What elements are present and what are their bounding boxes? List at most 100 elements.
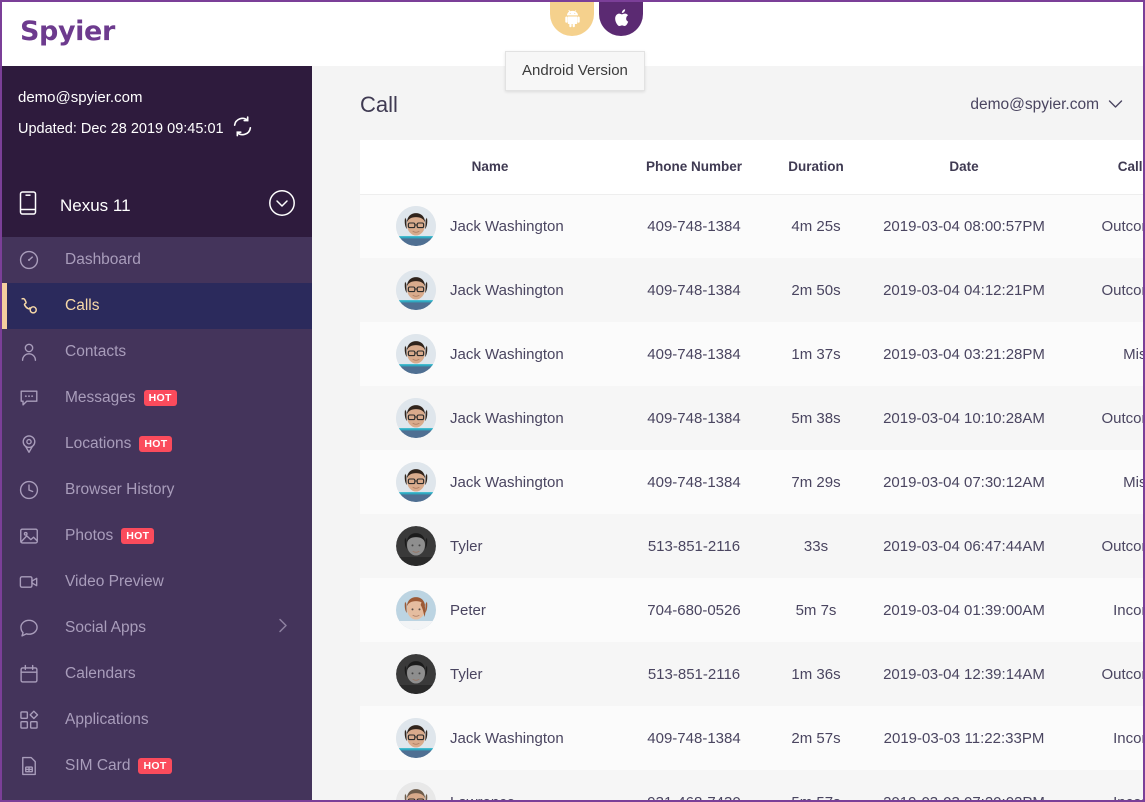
user-icon (18, 341, 48, 363)
cell-date: 2019-03-04 04:12:21PM (864, 258, 1064, 322)
sidebar-item-label: SIM Card (65, 757, 131, 774)
cell-duration: 4m 25s (768, 194, 864, 258)
sim-card-icon (18, 755, 48, 777)
sidebar-item-label: Video Preview (65, 573, 164, 590)
cell-phone: 409-748-1384 (620, 386, 768, 450)
cell-duration: 1m 37s (768, 322, 864, 386)
sidebar-item-applications[interactable]: Applications (2, 697, 312, 743)
sidebar-item-locations[interactable]: Locations HOT (2, 421, 312, 467)
chevron-down-circle-icon[interactable] (268, 189, 296, 222)
sidebar-item-label: Photos (65, 527, 114, 544)
cell-name: Peter (450, 601, 486, 619)
sidebar-item-label: Locations (65, 435, 132, 452)
column-header-duration[interactable]: Duration (768, 140, 864, 195)
sidebar-item-photos[interactable]: Photos HOT (2, 513, 312, 559)
sidebar-item-sim-card[interactable]: SIM Card HOT (2, 743, 312, 789)
table-row[interactable]: Jack Washington 409-748-1384 4m 25s 2019… (360, 194, 1143, 258)
table-body: Jack Washington 409-748-1384 4m 25s 2019… (360, 194, 1143, 800)
sidebar-item-label: Social Apps (65, 619, 146, 636)
user-menu[interactable]: demo@spyier.com (970, 96, 1123, 114)
main-content: Call demo@spyier.com Name Phone Number D… (312, 66, 1143, 800)
sidebar-item-browser-history[interactable]: Browser History (2, 467, 312, 513)
cell-call-type: Outcoming (1064, 386, 1143, 450)
hot-badge: HOT (139, 435, 173, 453)
cell-phone: 409-748-1384 (620, 450, 768, 514)
table-head: Name Phone Number Duration Date Call typ… (360, 140, 1143, 195)
device-name: Nexus 11 (60, 195, 131, 215)
table-row[interactable]: Lawrence 931-468-7430 5m 57s 2019-03-03 … (360, 770, 1143, 800)
cell-name: Tyler (450, 537, 483, 555)
sidebar-item-label: Calls (65, 297, 100, 314)
sidebar-item-contacts[interactable]: Contacts (2, 329, 312, 375)
sidebar-item-messages[interactable]: Messages HOT (2, 375, 312, 421)
sidebar-item-label: Applications (65, 711, 149, 728)
refresh-icon[interactable] (231, 115, 254, 143)
user-menu-label: demo@spyier.com (970, 96, 1099, 113)
sidebar-item-calls[interactable]: Calls (2, 283, 312, 329)
cell-name: Jack Washington (450, 473, 564, 491)
column-header-name[interactable]: Name (360, 140, 620, 195)
brand-logo[interactable]: Spyier (20, 16, 115, 47)
table-row[interactable]: Tyler 513-851-2116 33s 2019-03-04 06:47:… (360, 514, 1143, 578)
avatar (396, 398, 436, 438)
hot-badge: HOT (138, 757, 172, 775)
platform-tab-ios[interactable] (599, 2, 643, 36)
hot-badge: HOT (121, 527, 155, 545)
sidebar-item-calendars[interactable]: Calendars (2, 651, 312, 697)
location-pin-icon (18, 433, 48, 455)
column-header-phone[interactable]: Phone Number (620, 140, 768, 195)
cell-date: 2019-03-04 10:10:28AM (864, 386, 1064, 450)
cell-call-type: Incoming (1064, 578, 1143, 642)
avatar (396, 654, 436, 694)
avatar (396, 590, 436, 630)
cell-phone: 409-748-1384 (620, 706, 768, 770)
account-updated-row: Updated: Dec 28 2019 09:45:01 (18, 115, 296, 143)
avatar (396, 334, 436, 374)
table-header-row: Name Phone Number Duration Date Call typ… (360, 140, 1143, 195)
cell-phone: 704-680-0526 (620, 578, 768, 642)
avatar (396, 782, 436, 800)
sidebar-item-video-preview[interactable]: Video Preview (2, 559, 312, 605)
table-row[interactable]: Jack Washington 409-748-1384 1m 37s 2019… (360, 322, 1143, 386)
cell-duration: 5m 57s (768, 770, 864, 800)
cell-duration: 33s (768, 514, 864, 578)
calls-table: Name Phone Number Duration Date Call typ… (360, 140, 1143, 800)
sidebar-item-social-apps[interactable]: Social Apps (2, 605, 312, 651)
device-selector[interactable]: Nexus 11 (2, 174, 312, 237)
cell-date: 2019-03-04 07:30:12AM (864, 450, 1064, 514)
cell-phone: 409-748-1384 (620, 194, 768, 258)
cell-date: 2019-03-04 03:21:28PM (864, 322, 1064, 386)
table-row[interactable]: Jack Washington 409-748-1384 2m 50s 2019… (360, 258, 1143, 322)
chevron-down-icon (1108, 96, 1123, 114)
table-row[interactable]: Peter 704-680-0526 5m 7s 2019-03-04 01:3… (360, 578, 1143, 642)
scrollbar[interactable] (1141, 66, 1143, 800)
cell-duration: 2m 50s (768, 258, 864, 322)
sidebar: demo@spyier.com Updated: Dec 28 2019 09:… (2, 66, 312, 800)
cell-call-type: Incoming (1064, 770, 1143, 800)
cell-phone: 513-851-2116 (620, 514, 768, 578)
video-camera-icon (18, 571, 48, 593)
table-row[interactable]: Jack Washington 409-748-1384 7m 29s 2019… (360, 450, 1143, 514)
cell-date: 2019-03-03 07:20:02PM (864, 770, 1064, 800)
cell-duration: 5m 38s (768, 386, 864, 450)
cell-date: 2019-03-04 12:39:14AM (864, 642, 1064, 706)
column-header-call-type[interactable]: Call type (1064, 140, 1143, 195)
table-row[interactable]: Tyler 513-851-2116 1m 36s 2019-03-04 12:… (360, 642, 1143, 706)
cell-date: 2019-03-03 11:22:33PM (864, 706, 1064, 770)
sidebar-item-label: Dashboard (65, 251, 141, 268)
platform-tab-android[interactable] (550, 2, 594, 36)
cell-call-type: Outcoming (1064, 642, 1143, 706)
cell-duration: 7m 29s (768, 450, 864, 514)
dashboard-icon (18, 249, 48, 271)
cell-call-type: Outcoming (1064, 514, 1143, 578)
account-email: demo@spyier.com (18, 89, 143, 106)
cell-duration: 5m 7s (768, 578, 864, 642)
cell-name: Jack Washington (450, 409, 564, 427)
column-header-date[interactable]: Date (864, 140, 1064, 195)
avatar (396, 270, 436, 310)
cell-phone: 409-748-1384 (620, 258, 768, 322)
sidebar-item-dashboard[interactable]: Dashboard (2, 237, 312, 283)
table-row[interactable]: Jack Washington 409-748-1384 5m 38s 2019… (360, 386, 1143, 450)
table-row[interactable]: Jack Washington 409-748-1384 2m 57s 2019… (360, 706, 1143, 770)
calendar-icon (18, 663, 48, 685)
